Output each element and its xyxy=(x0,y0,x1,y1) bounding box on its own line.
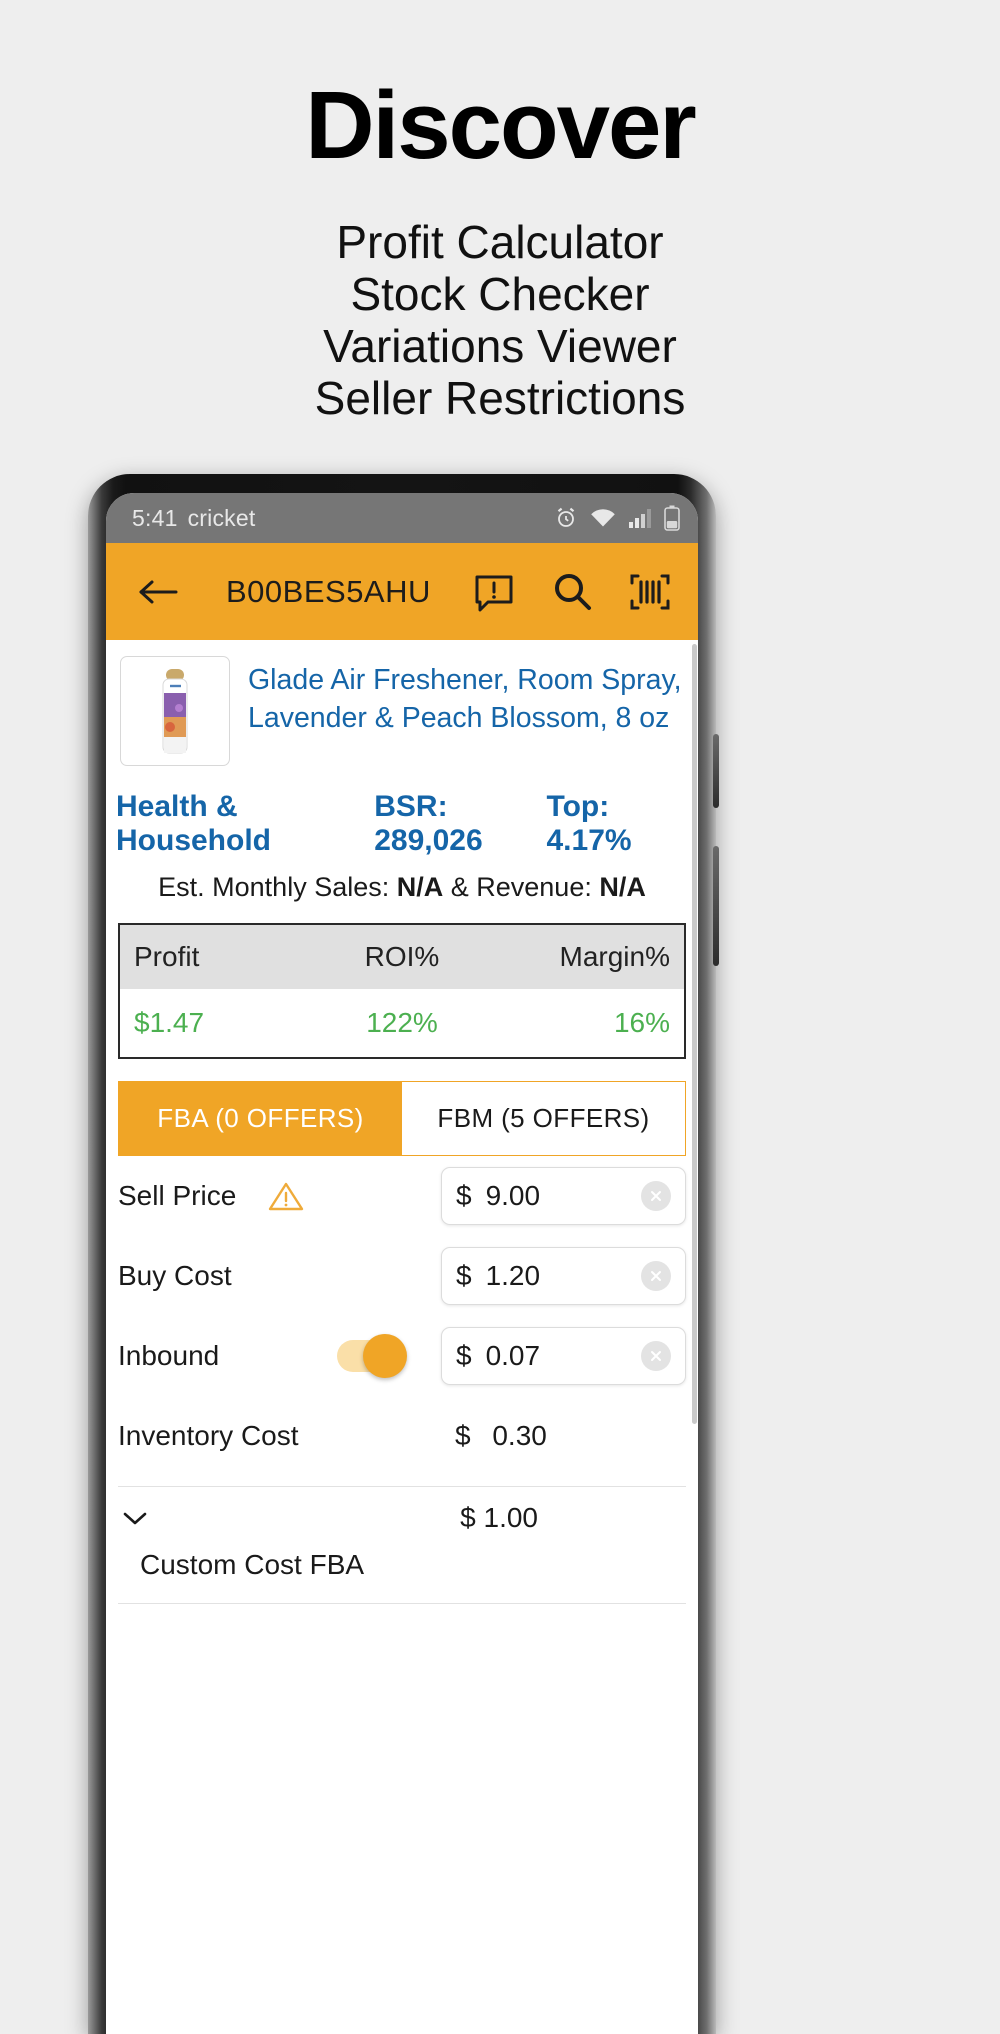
inventory-cost-value: 0.30 xyxy=(492,1420,547,1451)
product-title[interactable]: Glade Air Freshener, Room Spray, Lavende… xyxy=(248,656,684,766)
status-bar-left: 5:41 cricket xyxy=(132,505,255,532)
phone-side-button xyxy=(713,734,719,808)
est-revenue-value: N/A xyxy=(599,872,646,902)
status-bar-right xyxy=(554,505,680,531)
clear-icon[interactable] xyxy=(641,1261,671,1291)
phone-side-button xyxy=(713,846,719,966)
inbound-input[interactable]: $ 0.07 xyxy=(441,1327,686,1385)
column-header-profit: Profit xyxy=(134,941,200,972)
phone-mockup: 5:41 cricket B00BES5AHU Glade Air Freshe… xyxy=(88,474,719,2034)
row-spacer xyxy=(229,1334,431,1378)
inbound-label: Inbound xyxy=(118,1340,220,1371)
custom-cost-value: 1.00 xyxy=(483,1502,539,1533)
buy-cost-value: 1.20 xyxy=(485,1260,541,1291)
row-inventory-cost: Inventory Cost $ 0.30 xyxy=(118,1396,686,1476)
sell-price-label: Sell Price xyxy=(118,1180,237,1211)
promo-header: Discover Profit Calculator Stock Checker… xyxy=(0,0,1000,424)
category-label[interactable]: Health & Household xyxy=(116,790,374,858)
chevron-down-icon[interactable] xyxy=(118,1501,152,1535)
alarm-icon xyxy=(554,506,578,530)
toggle-knob xyxy=(363,1334,407,1378)
custom-cost-amount: $ 1.00 xyxy=(460,1502,686,1534)
est-mid: & Revenue: xyxy=(443,872,600,902)
est-prefix: Est. Monthly Sales: xyxy=(158,872,397,902)
asin-title: B00BES5AHU xyxy=(226,573,431,609)
app-bar: B00BES5AHU xyxy=(106,543,698,640)
feature-item: Profit Calculator xyxy=(336,216,664,268)
phone-screen: 5:41 cricket B00BES5AHU Glade Air Freshe… xyxy=(106,493,698,2034)
inventory-cost-value-group: $ 0.30 xyxy=(441,1420,686,1452)
currency-symbol: $ xyxy=(456,1180,472,1211)
custom-cost-top: $ 1.00 xyxy=(118,1501,686,1535)
status-bar: 5:41 cricket xyxy=(106,493,698,543)
feature-item: Seller Restrictions xyxy=(314,372,686,424)
profit-table: Profit ROI% Margin% $1.47 122% 16% xyxy=(118,923,686,1059)
buy-cost-label: Buy Cost xyxy=(118,1260,232,1291)
section-divider xyxy=(118,1603,686,1604)
clear-icon[interactable] xyxy=(641,1341,671,1371)
signal-icon xyxy=(628,507,652,529)
product-summary: Glade Air Freshener, Room Spray, Lavende… xyxy=(106,640,698,776)
status-time: 5:41 xyxy=(132,504,178,531)
bsr-value: 289,026 xyxy=(374,824,483,857)
currency-symbol: $ xyxy=(456,1260,472,1291)
product-image[interactable] xyxy=(120,656,230,766)
margin-value: 16% xyxy=(613,1007,670,1038)
tab-fba[interactable]: FBA (0 OFFERS) xyxy=(119,1082,402,1155)
row-sell-price: Sell Price $ 9.00 xyxy=(118,1156,686,1236)
wifi-icon xyxy=(590,507,616,529)
status-carrier: cricket xyxy=(187,504,256,531)
cost-field-list: Sell Price $ 9.00 Buy Cost $ 1.20 Inboun… xyxy=(106,1156,698,1476)
profit-value: $1.47 xyxy=(134,1007,205,1038)
bsr-stat: BSR: 289,026 xyxy=(374,790,546,858)
scrollbar-thumb[interactable] xyxy=(692,644,697,1424)
currency-symbol: $ xyxy=(456,1340,472,1371)
column-header-roi: ROI% xyxy=(364,941,440,972)
search-icon[interactable] xyxy=(546,566,598,618)
note-alert-icon[interactable] xyxy=(468,566,520,618)
custom-cost-label: Custom Cost FBA xyxy=(140,1549,365,1580)
row-inbound: Inbound $ 0.07 xyxy=(118,1316,686,1396)
inbound-toggle[interactable] xyxy=(337,1334,407,1378)
clear-icon[interactable] xyxy=(641,1181,671,1211)
back-arrow-icon[interactable] xyxy=(132,566,184,618)
scrollbar[interactable] xyxy=(690,640,698,2034)
fulfillment-tabs: FBA (0 OFFERS) FBM (5 OFFERS) xyxy=(118,1081,686,1156)
sell-price-input[interactable]: $ 9.00 xyxy=(441,1167,686,1225)
top-label: Top: xyxy=(546,790,610,823)
row-buy-cost: Buy Cost $ 1.20 xyxy=(118,1236,686,1316)
top-stat: Top: 4.17% xyxy=(547,790,689,858)
app-content: Glade Air Freshener, Room Spray, Lavende… xyxy=(106,640,698,2034)
feature-item: Variations Viewer xyxy=(323,320,677,372)
feature-list: Profit Calculator Stock Checker Variatio… xyxy=(0,216,1000,424)
profit-table-row: $1.47 122% 16% xyxy=(120,989,684,1057)
sell-price-value: 9.00 xyxy=(485,1180,541,1211)
barcode-scan-icon[interactable] xyxy=(624,566,676,618)
inbound-value: 0.07 xyxy=(485,1340,541,1371)
currency-symbol: $ xyxy=(460,1502,476,1533)
top-value: 4.17% xyxy=(546,824,632,857)
warning-icon[interactable] xyxy=(268,1180,304,1212)
inventory-cost-label: Inventory Cost xyxy=(118,1420,299,1451)
buy-cost-input[interactable]: $ 1.20 xyxy=(441,1247,686,1305)
battery-icon xyxy=(664,505,680,531)
product-stats-row: Health & Household BSR: 289,026 Top: 4.1… xyxy=(106,776,698,858)
page-title: Discover xyxy=(305,72,697,179)
row-custom-cost-fba[interactable]: $ 1.00 Custom Cost FBA xyxy=(106,1487,698,1581)
currency-symbol: $ xyxy=(455,1420,471,1451)
roi-value: 122% xyxy=(366,1007,438,1038)
bsr-label: BSR: xyxy=(374,790,448,823)
feature-item: Stock Checker xyxy=(350,268,650,320)
est-sales-value: N/A xyxy=(396,872,444,902)
estimated-sales-row: Est. Monthly Sales: N/A & Revenue: N/A xyxy=(106,858,698,903)
profit-table-header: Profit ROI% Margin% xyxy=(120,925,684,989)
tab-fbm[interactable]: FBM (5 OFFERS) xyxy=(402,1082,685,1155)
column-header-margin: Margin% xyxy=(559,941,670,972)
